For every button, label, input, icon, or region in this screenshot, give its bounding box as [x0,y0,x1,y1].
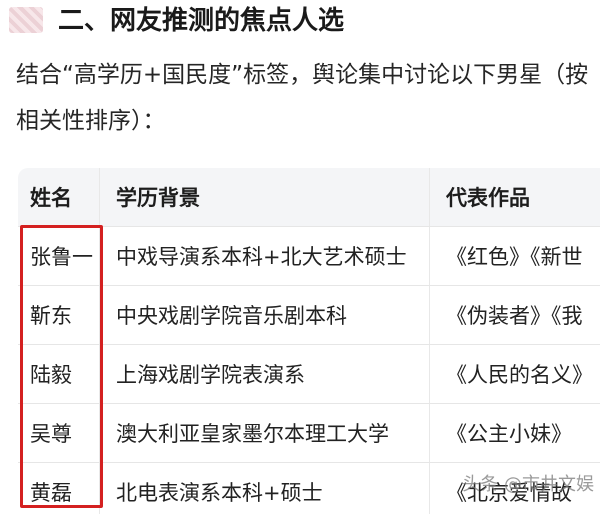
intro-paragraph: 结合“高学历+国民度”标签，舆论集中讨论以下男星（按相关性排序）： [16,62,589,134]
cell-education: 上海戏剧学院表演系 [100,345,430,403]
cell-education: 北电表演系本科+硕士 [100,463,430,514]
table-row: 陆毅 上海戏剧学院表演系 《人民的名义》 [18,345,600,404]
header-works: 代表作品 [446,186,530,210]
candidates-table: 姓名 学历背景 代表作品 张鲁一 中戏导演系本科+北大艺术硕士 《红色》《新世 … [18,168,600,514]
section-title: 二、网友推测的焦点人选 [58,6,345,36]
cell-works: 《红色》《新世 [446,245,583,269]
cell-works: 《人民的名义》 [446,363,593,387]
cell-education: 中戏导演系本科+北大艺术硕士 [100,227,430,285]
cell-works: 《伪装者》《我 [446,304,583,328]
header-name: 姓名 [18,168,100,226]
table-header-row: 姓名 学历背景 代表作品 [18,168,600,227]
cell-education: 中央戏剧学院音乐剧本科 [100,286,430,344]
table-row: 张鲁一 中戏导演系本科+北大艺术硕士 《红色》《新世 [18,227,600,286]
cell-education: 澳大利亚皇家墨尔本理工大学 [100,404,430,462]
header-education: 学历背景 [100,168,430,226]
source-watermark: 头条 @市井文娱 [462,474,594,495]
decorative-marker [9,7,43,33]
table-row: 靳东 中央戏剧学院音乐剧本科 《伪装者》《我 [18,286,600,345]
table-row: 吴尊 澳大利亚皇家墨尔本理工大学 《公主小妹》 [18,404,600,463]
name-column-highlight-box [20,225,103,508]
cell-works: 《公主小妹》 [446,422,572,446]
